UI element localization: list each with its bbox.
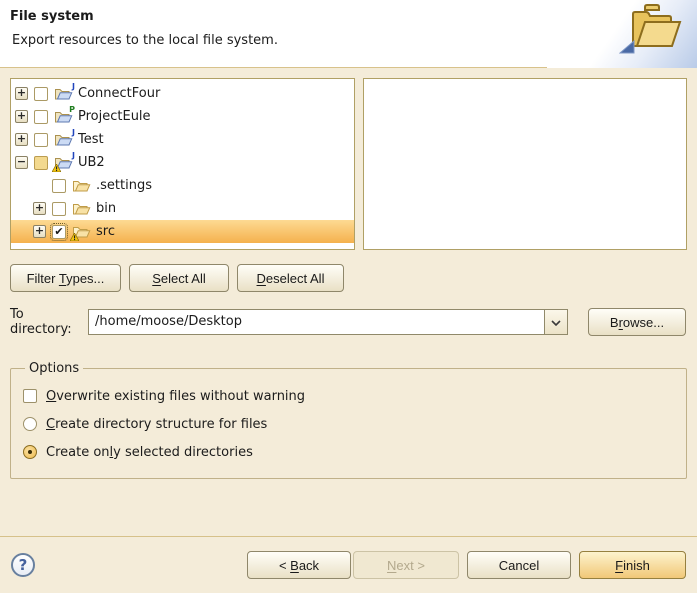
deselect-all-button[interactable]: Deselect All [237, 264, 344, 292]
page-title: File system [10, 9, 94, 24]
folder-icon [72, 178, 91, 193]
tree-item-label: UB2 [78, 155, 105, 170]
java-decorator: J [72, 128, 75, 137]
tree-item-projecteule[interactable]: + P ProjectEule [11, 105, 354, 128]
expand-icon[interactable]: + [33, 202, 46, 215]
tree-item-bin[interactable]: + bin [11, 197, 354, 220]
create-structure-label: Create directory structure for files [46, 417, 267, 432]
tree-item-label: src [96, 224, 115, 239]
tree-item-settings[interactable]: .settings [11, 174, 354, 197]
combo-dropdown-button[interactable] [544, 310, 567, 334]
resource-tree[interactable]: + J ConnectFour + [10, 78, 355, 250]
create-structure-option[interactable]: Create directory structure for files [23, 410, 674, 438]
wizard-button-bar: ? < Back Next > Cancel Finish [0, 536, 697, 593]
wizard-header: File system Export resources to the loca… [0, 0, 697, 68]
checkbox-settings[interactable] [52, 179, 66, 193]
tree-item-ub2[interactable]: − J [11, 151, 354, 174]
tree-item-label: .settings [96, 178, 152, 193]
expand-icon[interactable]: + [33, 225, 46, 238]
folder-warning-icon [72, 224, 91, 239]
checkbox-test[interactable] [34, 133, 48, 147]
overwrite-checkbox[interactable] [23, 389, 37, 403]
folder-icon [72, 201, 91, 216]
project-decorator: P [69, 105, 75, 114]
checkbox-src-checked[interactable]: ✔ [52, 225, 66, 239]
overwrite-label: Overwrite existing files without warning [46, 389, 305, 404]
warning-icon [52, 164, 61, 172]
page-subtitle: Export resources to the local file syste… [12, 33, 278, 48]
wizard-body: + J ConnectFour + [0, 69, 697, 536]
select-all-button[interactable]: Select All [129, 264, 229, 292]
filter-types-button[interactable]: Filter Types... [10, 264, 121, 292]
tree-item-label: bin [96, 201, 116, 216]
java-decorator: J [72, 151, 75, 160]
tree-item-label: ProjectEule [78, 109, 151, 124]
back-button[interactable]: < Back [247, 551, 351, 579]
help-button[interactable]: ? [11, 553, 35, 577]
options-legend: Options [25, 361, 83, 376]
warning-icon [70, 233, 79, 241]
expand-icon[interactable]: + [15, 87, 28, 100]
tree-item-label: ConnectFour [78, 86, 160, 101]
expand-icon[interactable]: + [15, 133, 28, 146]
checkbox-projecteule[interactable] [34, 110, 48, 124]
create-selected-option[interactable]: Create only selected directories [23, 438, 674, 466]
java-project-folder-icon: J [54, 86, 73, 101]
java-decorator: J [72, 82, 75, 91]
java-project-folder-warning-icon: J [54, 155, 73, 170]
checkbox-bin[interactable] [52, 202, 66, 216]
tree-item-test[interactable]: + J Test [11, 128, 354, 151]
banner-arrow-icon [619, 40, 635, 58]
finish-button[interactable]: Finish [579, 551, 686, 579]
expand-icon[interactable]: + [15, 110, 28, 123]
options-group: Options Overwrite existing files without… [10, 361, 687, 479]
next-button-disabled: Next > [353, 551, 459, 579]
browse-button[interactable]: Browse... [588, 308, 686, 336]
chevron-down-icon [551, 315, 561, 330]
checkbox-connectfour[interactable] [34, 87, 48, 101]
create-selected-radio-selected[interactable] [23, 445, 37, 459]
file-list-panel[interactable] [363, 78, 687, 250]
tree-item-connectfour[interactable]: + J ConnectFour [11, 82, 354, 105]
checkbox-ub2-partial[interactable] [34, 156, 48, 170]
create-structure-radio[interactable] [23, 417, 37, 431]
tree-item-label: Test [78, 132, 104, 147]
overwrite-option[interactable]: Overwrite existing files without warning [23, 382, 674, 410]
tree-item-src-selected[interactable]: + ✔ src [11, 220, 354, 243]
destination-input[interactable]: /home/moose/Desktop [89, 310, 544, 334]
project-folder-icon: P [54, 109, 73, 124]
java-project-folder-icon: J [54, 132, 73, 147]
destination-combo[interactable]: /home/moose/Desktop [88, 309, 568, 335]
cancel-button[interactable]: Cancel [467, 551, 571, 579]
export-file-system-dialog: File system Export resources to the loca… [0, 0, 697, 593]
to-directory-label: To directory: [10, 307, 88, 337]
collapse-icon[interactable]: − [15, 156, 28, 169]
create-selected-label: Create only selected directories [46, 445, 253, 460]
